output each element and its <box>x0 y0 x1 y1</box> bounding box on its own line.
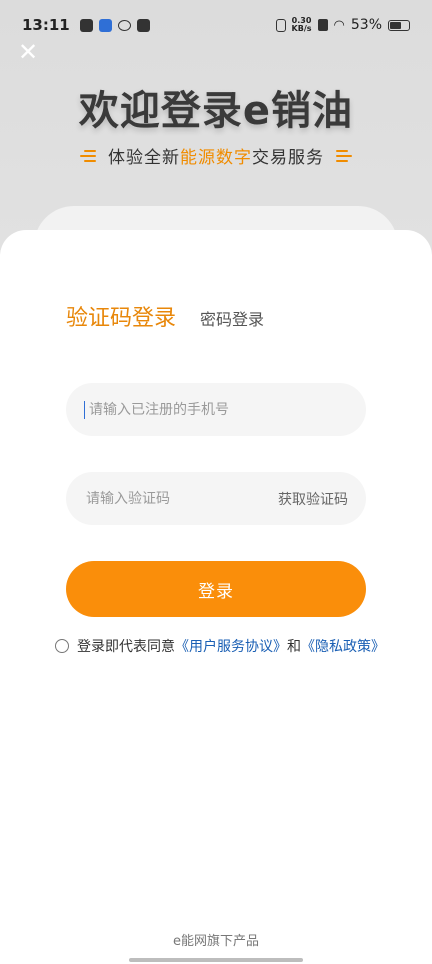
mail-icon <box>79 18 93 32</box>
code-input[interactable] <box>84 489 238 508</box>
login-tabs: 验证码登录 密码登录 <box>66 300 264 332</box>
text-caret <box>84 400 85 419</box>
page-subtitle: 体验全新能源数字交易服务 <box>0 143 432 168</box>
subtitle-prefix: 体验全新 <box>108 148 180 168</box>
battery-icon <box>388 19 410 31</box>
network-speed: 0.30 KB/s <box>291 16 312 33</box>
agreement-row: 登录即代表同意 《用户服务协议》和《隐私政策》 <box>55 636 385 656</box>
agreement-and: 和 <box>287 639 301 655</box>
footer-text: e能网旗下产品 <box>173 934 259 949</box>
subtitle-suffix: 交易服务 <box>252 148 324 168</box>
close-icon[interactable]: ✕ <box>14 38 42 66</box>
radio-icon[interactable] <box>55 639 69 653</box>
decor-lines-right <box>336 149 352 162</box>
phone-field[interactable] <box>66 383 366 436</box>
wifi-icon: ◠ <box>333 17 345 33</box>
link-icon <box>117 19 131 31</box>
home-indicator[interactable] <box>129 958 303 962</box>
get-code-button[interactable]: 获取验证码 <box>278 489 348 509</box>
user-agreement-link[interactable]: 《用户服务协议》 <box>175 636 287 656</box>
decor-lines-left <box>80 149 96 162</box>
login-button[interactable]: 登录 <box>66 561 366 617</box>
status-time: 13:11 <box>22 16 70 34</box>
phone-input[interactable] <box>87 400 348 419</box>
vibrate-icon <box>275 18 286 32</box>
tiktok-icon <box>136 18 150 32</box>
app-notification-icon <box>98 18 112 32</box>
page-title: 欢迎登录e销油 <box>78 88 354 134</box>
tab-password-login[interactable]: 密码登录 <box>200 306 264 330</box>
battery-percent: 53% <box>350 17 382 33</box>
tab-sms-login[interactable]: 验证码登录 <box>66 300 176 332</box>
agreement-prefix: 登录即代表同意 <box>77 639 175 655</box>
code-field[interactable]: 获取验证码 <box>66 472 366 525</box>
privacy-policy-link[interactable]: 《隐私政策》 <box>301 636 385 656</box>
subtitle-highlight: 能源数字 <box>180 148 252 168</box>
sim-icon <box>317 19 328 31</box>
status-bar: 13:11 0.30 KB/s ◠ 53% <box>0 0 432 50</box>
